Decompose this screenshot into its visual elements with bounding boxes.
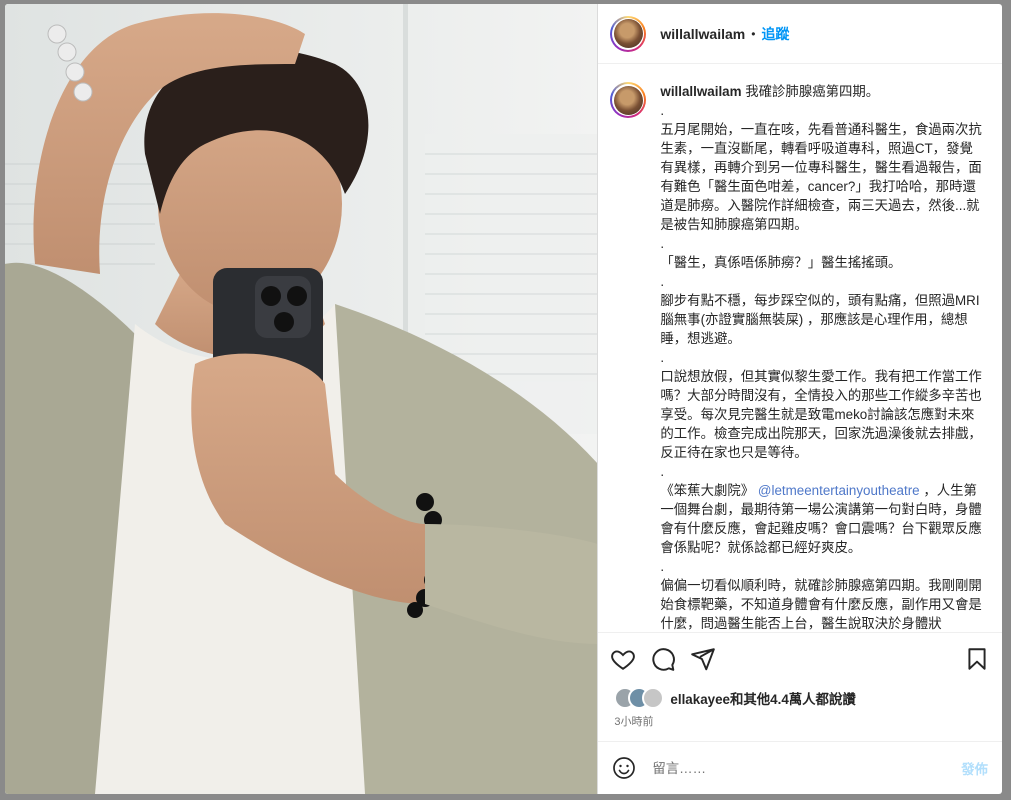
selfie-image [5,4,598,794]
caption-avatar[interactable] [610,82,647,118]
caption-paragraph: . [660,559,665,574]
caption-paragraph: . [660,464,665,479]
caption-paragraph: 《笨蕉大劇院》 [660,483,755,498]
heart-icon[interactable] [610,646,636,672]
caption-title: 我確診肺腺癌第四期。 [745,84,880,99]
post-timestamp[interactable]: 3小時前 [598,711,1002,741]
author-avatar[interactable] [610,15,647,52]
caption-paragraph: . [660,103,665,118]
caption-paragraph: . [660,274,665,289]
caption-text: willallwailam 我確診肺腺癌第四期。 . 五月尾開始，一直在咳，先看… [660,82,982,632]
author-username[interactable]: willallwailam [660,26,745,42]
liker-avatar [642,687,665,709]
caption-paragraph: 五月尾開始，一直在咳，先看普通科醫生，食過兩次抗生素，一直沒斷尾，轉看呼吸道專科… [660,122,982,232]
post-comment-button[interactable]: 發佈 [961,758,988,778]
likes-count[interactable]: 和其他4.4萬人都說讚 [730,692,856,707]
likes-text[interactable]: ellakayee和其他4.4萬人都說讚 [670,688,855,708]
caption-paragraph: 腳步有點不穩，每步踩空似的，頭有點痛，但照過MRI腦無事(亦證實腦無裝屎) ，那… [660,293,980,346]
post-side-panel: willallwailam • 追蹤 willallwailam 我確診肺腺癌第… [597,4,1002,794]
separator-dot: • [751,26,756,41]
mention-link[interactable]: @letmeentertainyoutheatre [758,483,920,498]
post-photo[interactable] [5,4,598,794]
action-bar [598,632,1002,685]
comment-bar: 發佈 [598,741,1002,794]
caption-paragraph: 「醫生，真係唔係肺癆？」醫生搖搖頭。 [660,255,902,270]
share-icon[interactable] [690,646,716,672]
caption-username[interactable]: willallwailam [660,84,741,99]
comment-input[interactable] [650,759,954,777]
caption-paragraph: 口說想放假，但其實似黎生愛工作。我有把工作當工作嗎？大部分時間沒有，全情投入的那… [660,369,982,460]
caption-paragraph: . [660,236,665,251]
emoji-icon[interactable] [612,756,636,780]
bookmark-icon[interactable] [964,646,990,672]
caption-paragraph: . [660,350,665,365]
follow-button[interactable]: 追蹤 [761,24,789,44]
likes-username[interactable]: ellakayee [670,692,730,707]
comment-icon[interactable] [650,646,676,672]
caption-area: willallwailam 我確診肺腺癌第四期。 . 五月尾開始，一直在咳，先看… [598,64,1002,632]
post-header: willallwailam • 追蹤 [598,4,1002,64]
caption-paragraph: 偏偏一切看似順利時，就確診肺腺癌第四期。我剛剛開始食標靶藥，不知道身體會有什麼反… [660,578,982,631]
likes-row: ellakayee和其他4.4萬人都說讚 [598,685,1002,711]
post-modal: willallwailam • 追蹤 willallwailam 我確診肺腺癌第… [5,4,1002,794]
